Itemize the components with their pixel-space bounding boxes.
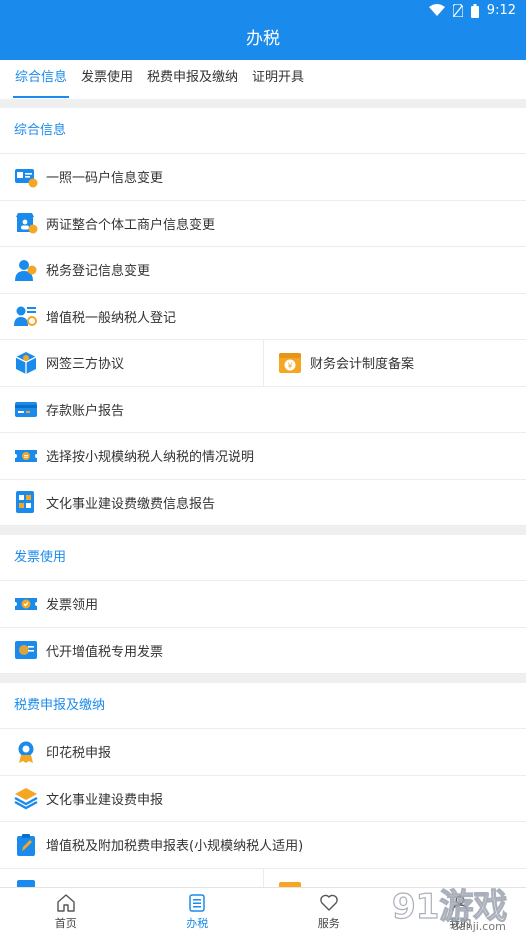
tab-tax-declaration[interactable]: 税费申报及缴纳 bbox=[140, 60, 245, 99]
status-time: 9:12 bbox=[486, 3, 516, 18]
bank-card-icon bbox=[15, 402, 37, 418]
list-item-vat-small-scale-declaration[interactable]: 增值税及附加税费申报表(小规模纳税人适用) bbox=[0, 822, 526, 869]
list-item-business-info-change[interactable]: 两证整合个体工商户信息变更 bbox=[0, 200, 526, 247]
id-card-icon bbox=[15, 168, 38, 188]
invoice-check-icon bbox=[15, 597, 37, 610]
list-item-deposit-account-report[interactable]: 存款账户报告 bbox=[0, 386, 526, 433]
list-item-label: 印花税申报 bbox=[46, 746, 112, 762]
list-item-vat-special-invoice[interactable]: 代开增值税专用发票 bbox=[0, 627, 526, 674]
section-title-invoice: 发票使用 bbox=[0, 535, 526, 581]
list-item-one-license-change[interactable]: 一照一码户信息变更 bbox=[0, 154, 526, 201]
nav-label: 服务 bbox=[317, 917, 340, 930]
svg-text:¥: ¥ bbox=[287, 361, 292, 370]
shop-icon bbox=[16, 213, 38, 234]
medal-icon bbox=[18, 741, 34, 763]
list-item-partial-right[interactable] bbox=[263, 868, 526, 887]
list-icon bbox=[189, 894, 205, 912]
heart-icon bbox=[319, 894, 338, 911]
page-title: 办税 bbox=[246, 29, 280, 49]
nav-home[interactable]: 首页 bbox=[0, 888, 132, 936]
list-item-label: 选择按小规模纳税人纳税的情况说明 bbox=[46, 450, 255, 466]
list-item-label: 一照一码户信息变更 bbox=[46, 171, 164, 187]
tab-general-info[interactable]: 综合信息 bbox=[8, 60, 74, 99]
list-item-label: 财务会计制度备案 bbox=[310, 357, 415, 373]
list-item-label: 增值税及附加税费申报表(小规模纳税人适用) bbox=[46, 839, 304, 855]
list-item-partial-left[interactable] bbox=[0, 869, 263, 887]
list-item-label: 网签三方协议 bbox=[46, 357, 125, 373]
ticket-icon bbox=[15, 449, 37, 462]
nav-service[interactable]: 服务 bbox=[263, 888, 395, 936]
layers-icon bbox=[14, 788, 38, 810]
service-list: 综合信息 一照一码户信息变更 两证整合个体工商户信息变更 税务登记信息变更 增值… bbox=[0, 99, 526, 887]
nav-tax[interactable]: 办税 bbox=[132, 888, 264, 936]
document-icon bbox=[17, 880, 35, 887]
app-bar: 办税 bbox=[0, 20, 526, 60]
list-item-culture-fee-info-report[interactable]: 文化事业建设费缴费信息报告 bbox=[0, 479, 526, 526]
wifi-icon bbox=[428, 4, 445, 16]
section-title-general: 综合信息 bbox=[0, 108, 526, 154]
person-edit-icon bbox=[15, 259, 37, 281]
list-item-vat-general-registration[interactable]: 增值税一般纳税人登记 bbox=[0, 293, 526, 340]
person-icon bbox=[452, 895, 468, 912]
person-search-icon bbox=[14, 306, 37, 327]
tab-certificate[interactable]: 证明开具 bbox=[245, 60, 311, 99]
nav-label: 办税 bbox=[186, 917, 209, 930]
list-item-accounting-filing[interactable]: ¥ 财务会计制度备案 bbox=[263, 340, 526, 386]
status-bar: 9:12 bbox=[0, 0, 526, 20]
list-item-stamp-duty-declaration[interactable]: 印花税申报 bbox=[0, 729, 526, 776]
list-item-label: 增值税一般纳税人登记 bbox=[46, 310, 177, 326]
document-grid-icon bbox=[16, 491, 34, 514]
list-item-label: 文化事业建设费申报 bbox=[46, 792, 164, 808]
category-tabs: 综合信息 发票使用 税费申报及缴纳 证明开具 bbox=[0, 60, 526, 99]
nav-mine[interactable]: 我的 bbox=[395, 888, 526, 936]
list-item-tax-registration-change[interactable]: 税务登记信息变更 bbox=[0, 247, 526, 294]
list-item-tripartite-agreement[interactable]: 网签三方协议 bbox=[0, 340, 263, 386]
section-title-declaration: 税费申报及缴纳 bbox=[0, 683, 526, 729]
list-item-invoice-pickup[interactable]: 发票领用 bbox=[0, 581, 526, 628]
list-item-label: 代开增值税专用发票 bbox=[46, 644, 164, 660]
list-item-label: 文化事业建设费缴费信息报告 bbox=[46, 496, 216, 512]
battery-icon bbox=[470, 3, 479, 18]
list-item-label: 存款账户报告 bbox=[46, 403, 125, 419]
list-item-label: 税务登记信息变更 bbox=[46, 264, 151, 280]
list-item-label: 发票领用 bbox=[46, 598, 99, 614]
list-item-culture-fee-declaration[interactable]: 文化事业建设费申报 bbox=[0, 775, 526, 822]
bottom-navigation: 首页 办税 服务 我的 bbox=[0, 887, 526, 936]
list-item-label: 两证整合个体工商户信息变更 bbox=[46, 217, 216, 233]
nav-label: 我的 bbox=[449, 917, 472, 930]
folder-icon bbox=[279, 882, 301, 887]
no-sim-icon bbox=[452, 4, 463, 17]
clipboard-edit-icon bbox=[17, 833, 35, 856]
list-row-partial bbox=[0, 868, 526, 887]
tab-invoice-use[interactable]: 发票使用 bbox=[74, 60, 140, 99]
cube-icon bbox=[15, 351, 37, 374]
invoice-stamp-icon bbox=[15, 641, 37, 660]
home-icon bbox=[57, 894, 75, 912]
yuan-window-icon: ¥ bbox=[279, 352, 301, 373]
nav-label: 首页 bbox=[54, 917, 77, 930]
list-row-split: 网签三方协议 ¥ 财务会计制度备案 bbox=[0, 340, 526, 387]
list-item-small-scale-explanation[interactable]: 选择按小规模纳税人纳税的情况说明 bbox=[0, 433, 526, 480]
